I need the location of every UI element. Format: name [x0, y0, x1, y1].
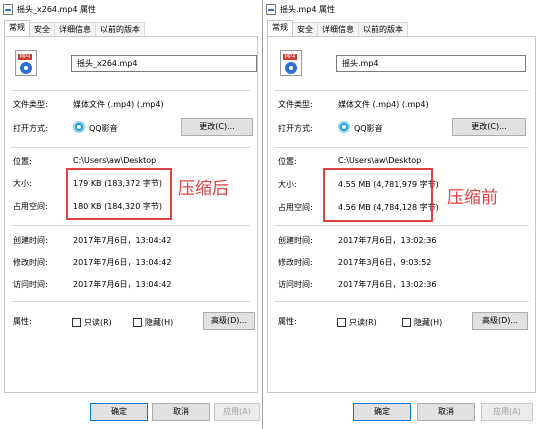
disk-size-label: 占用空间:	[278, 203, 313, 212]
created-label: 创建时间:	[13, 236, 48, 245]
divider	[11, 225, 251, 226]
file-type-label: 文件类型:	[13, 100, 48, 109]
opens-with-value: QQ影音	[89, 124, 118, 133]
ok-button[interactable]: 确定	[90, 403, 148, 421]
accessed-value: 2017年7月6日，13:04:42	[73, 280, 172, 289]
tab-security[interactable]: 安全	[292, 22, 318, 36]
advanced-button[interactable]: 高级(D)...	[203, 312, 255, 330]
tab-details[interactable]: 详细信息	[317, 22, 359, 36]
divider	[11, 90, 251, 91]
disk-size-label: 占用空间:	[13, 202, 48, 211]
hidden-checkbox[interactable]	[402, 318, 411, 327]
hidden-checkbox[interactable]	[133, 318, 142, 327]
tab-details[interactable]: 详细信息	[54, 22, 96, 36]
readonly-label: 只读(R)	[84, 318, 112, 327]
annotation-before-compression: 压缩前	[447, 188, 498, 208]
location-value: C:\Users\aw\Desktop	[73, 156, 157, 165]
qq-player-icon	[73, 121, 85, 133]
annotation-after-compression: 压缩后	[178, 179, 229, 199]
hidden-label: 隐藏(H)	[414, 318, 443, 327]
change-button[interactable]: 更改(C)...	[452, 118, 526, 136]
tab-strip: 常规 安全 详细信息 以前的版本	[267, 20, 536, 36]
file-type-value: 媒体文件 (.mp4) (.mp4)	[73, 100, 164, 109]
title-bar[interactable]: 摇头_x264.mp4 属性	[0, 0, 262, 18]
modified-label: 修改时间:	[278, 258, 313, 267]
divider	[274, 301, 529, 302]
file-title-icon	[3, 3, 13, 15]
created-value: 2017年7月6日，13:02:36	[338, 236, 437, 245]
advanced-button[interactable]: 高级(D)...	[472, 312, 528, 330]
opens-with-label: 打开方式:	[278, 124, 313, 133]
filename-input[interactable]: 摇头_x264.mp4	[71, 55, 257, 72]
divider	[11, 147, 251, 148]
readonly-label: 只读(R)	[349, 318, 377, 327]
tab-previous-versions[interactable]: 以前的版本	[95, 22, 145, 36]
properties-window-right: 摇头.mp4 属性 常规 安全 详细信息 以前的版本 MP4 摇头.mp4 文件…	[262, 0, 540, 429]
location-label: 位置:	[278, 157, 297, 166]
tab-general[interactable]: 常规	[267, 20, 293, 36]
ok-button[interactable]: 确定	[353, 403, 411, 421]
opens-with-label: 打开方式:	[13, 124, 48, 133]
readonly-checkbox[interactable]	[72, 318, 81, 327]
cancel-button[interactable]: 取消	[152, 403, 210, 421]
created-label: 创建时间:	[278, 236, 313, 245]
qq-player-icon	[338, 121, 350, 133]
modified-value: 2017年3月6日，9:03:52	[338, 258, 432, 267]
mp4-file-icon: MP4	[15, 50, 37, 76]
divider	[274, 147, 529, 148]
attributes-label: 属性:	[278, 317, 297, 326]
change-button[interactable]: 更改(C)...	[181, 118, 253, 136]
modified-label: 修改时间:	[13, 258, 48, 267]
tab-previous-versions[interactable]: 以前的版本	[358, 22, 408, 36]
location-label: 位置:	[13, 157, 32, 166]
file-type-value: 媒体文件 (.mp4) (.mp4)	[338, 100, 429, 109]
modified-value: 2017年7月6日，13:04:42	[73, 258, 172, 267]
tab-security[interactable]: 安全	[29, 22, 55, 36]
attributes-label: 属性:	[13, 317, 32, 326]
tab-general[interactable]: 常规	[4, 20, 30, 36]
window-title: 摇头_x264.mp4 属性	[17, 4, 97, 14]
accessed-value: 2017年7月6日，13:02:36	[338, 280, 437, 289]
properties-window-left: 摇头_x264.mp4 属性 常规 安全 详细信息 以前的版本 MP4 摇头_x…	[0, 0, 262, 429]
location-value: C:\Users\aw\Desktop	[338, 156, 422, 165]
opens-with-value: QQ影音	[354, 124, 383, 133]
size-label: 大小:	[278, 180, 297, 189]
divider	[274, 225, 529, 226]
accessed-label: 访问时间:	[13, 280, 48, 289]
size-label: 大小:	[13, 179, 32, 188]
file-type-label: 文件类型:	[278, 100, 313, 109]
window-title: 摇头.mp4 属性	[280, 4, 336, 14]
tab-strip: 常规 安全 详细信息 以前的版本	[4, 20, 258, 36]
mp4-file-icon: MP4	[280, 50, 302, 76]
divider	[274, 90, 529, 91]
created-value: 2017年7月6日，13:04:42	[73, 236, 172, 245]
apply-button[interactable]: 应用(A)	[214, 403, 260, 421]
file-title-icon	[266, 3, 276, 15]
readonly-checkbox[interactable]	[337, 318, 346, 327]
filename-input[interactable]: 摇头.mp4	[336, 55, 526, 72]
apply-button[interactable]: 应用(A)	[481, 403, 533, 421]
size-highlight-box	[323, 168, 433, 222]
divider	[11, 301, 251, 302]
title-bar[interactable]: 摇头.mp4 属性	[263, 0, 540, 18]
accessed-label: 访问时间:	[278, 280, 313, 289]
hidden-label: 隐藏(H)	[145, 318, 174, 327]
size-highlight-box	[66, 168, 172, 220]
cancel-button[interactable]: 取消	[417, 403, 475, 421]
